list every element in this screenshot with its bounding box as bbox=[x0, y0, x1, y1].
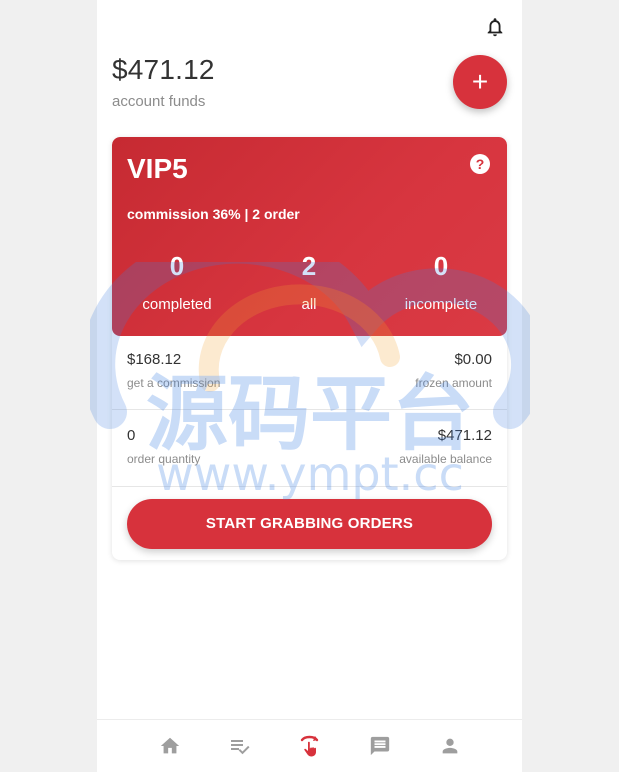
stat-label: all bbox=[301, 296, 317, 313]
vip-panel: VIP5 ? commission 36% | 2 order 0 comple… bbox=[112, 137, 507, 336]
nav-messages[interactable] bbox=[366, 732, 394, 760]
home-icon bbox=[160, 737, 179, 754]
divider bbox=[112, 486, 507, 487]
available-balance-label: available balance bbox=[399, 452, 492, 466]
stat-value: 0 bbox=[433, 251, 449, 281]
help-icon[interactable]: ? bbox=[470, 154, 490, 174]
stat-label: completed bbox=[142, 296, 212, 313]
app-screen: $471.12 account funds + VIP5 ? commissio… bbox=[97, 0, 522, 772]
account-funds-amount: $471.12 bbox=[112, 54, 215, 85]
order-quantity-label: order quantity bbox=[127, 452, 201, 466]
stat-completed: 0 completed bbox=[117, 251, 237, 313]
stat-value: 2 bbox=[301, 251, 317, 281]
stat-value: 0 bbox=[169, 251, 185, 281]
nav-home[interactable] bbox=[156, 732, 184, 760]
grab-icon bbox=[300, 735, 318, 757]
nav-profile[interactable] bbox=[436, 732, 464, 760]
stat-label: incomplete bbox=[404, 296, 478, 313]
account-funds-label: account funds bbox=[112, 93, 206, 110]
commission-value: $168.12 bbox=[127, 351, 182, 368]
available-balance-value: $471.12 bbox=[437, 427, 492, 444]
frozen-amount-label: frozen amount bbox=[415, 376, 492, 390]
nav-grab[interactable] bbox=[296, 732, 324, 760]
summary-row-2: 0 order quantity $471.12 available balan… bbox=[127, 412, 492, 472]
nav-orders[interactable] bbox=[226, 732, 254, 760]
add-funds-button[interactable]: + bbox=[453, 55, 507, 109]
stat-all: 2 all bbox=[249, 251, 369, 313]
stat-incomplete: 0 incomplete bbox=[381, 251, 501, 313]
order-card: VIP5 ? commission 36% | 2 order 0 comple… bbox=[112, 137, 507, 560]
vip-level: VIP5 bbox=[127, 153, 188, 184]
frozen-amount-value: $0.00 bbox=[454, 351, 492, 368]
order-quantity-value: 0 bbox=[127, 427, 136, 444]
bell-icon[interactable] bbox=[484, 16, 506, 38]
commission-text: commission 36% | 2 order bbox=[127, 206, 300, 222]
profile-icon bbox=[442, 738, 457, 754]
orders-icon bbox=[230, 740, 249, 755]
bottom-nav bbox=[97, 719, 522, 772]
divider bbox=[112, 409, 507, 410]
summary-row-1: $168.12 get a commission $0.00 frozen am… bbox=[127, 336, 492, 396]
message-icon bbox=[370, 736, 389, 756]
commission-label: get a commission bbox=[127, 376, 221, 390]
start-grabbing-button[interactable]: START GRABBING ORDERS bbox=[127, 499, 492, 549]
